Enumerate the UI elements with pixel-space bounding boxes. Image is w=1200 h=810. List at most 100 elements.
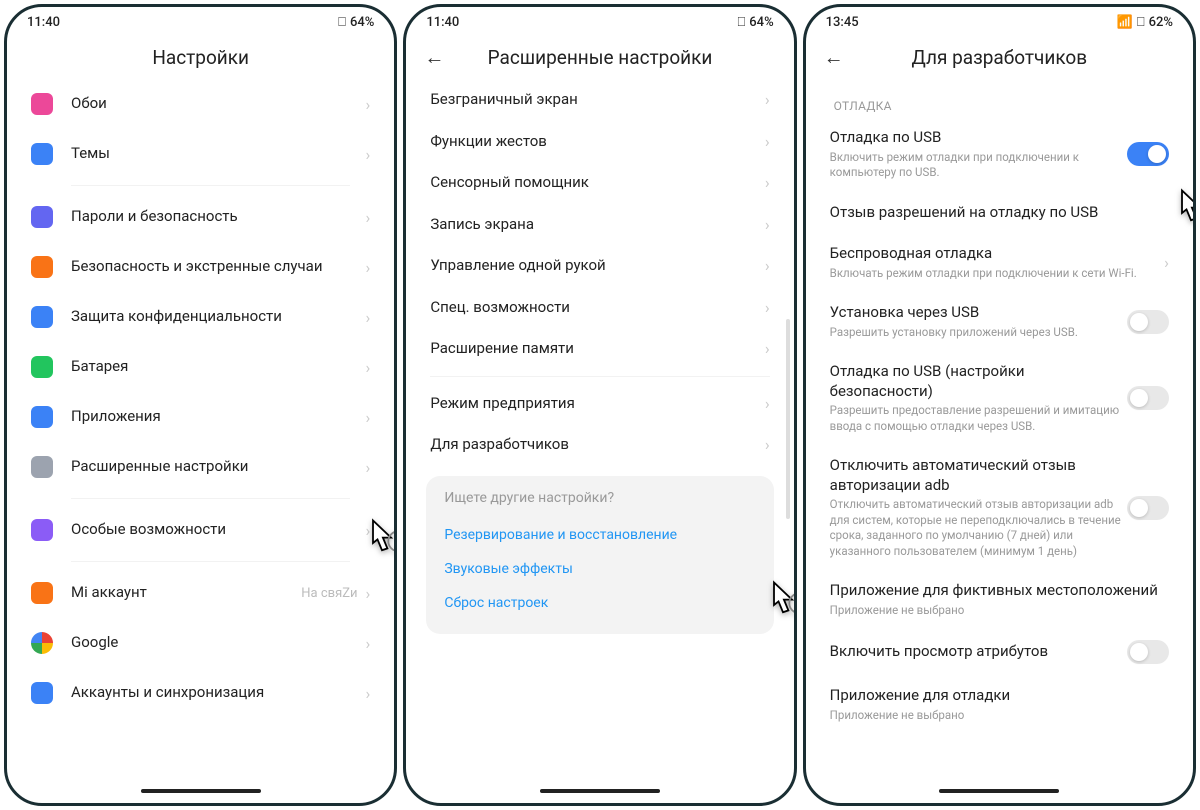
row-label: Безграничный экран: [430, 90, 765, 110]
settings-row-passwords[interactable]: Пароли и безопасность›: [13, 192, 388, 242]
row-label: Защита конфиденциальности: [71, 307, 366, 327]
chevron-right-icon: ›: [366, 308, 371, 327]
row-label: Спец. возможности: [430, 298, 765, 318]
status-time: 11:40: [426, 15, 459, 30]
phone-settings: 11:40 ⎕ 64% Настройки Обои›Темы›Пароли и…: [4, 4, 397, 806]
settings-row-wallpaper[interactable]: Обои›: [13, 79, 388, 129]
settings-row-google[interactable]: Google›: [13, 618, 388, 668]
row-label: Обои: [71, 94, 366, 114]
adv-row[interactable]: Расширение памяти›: [412, 328, 787, 370]
search-link[interactable]: Резервирование и восстановление: [444, 518, 755, 552]
dev-row[interactable]: Беспроводная отладкаВключать режим отлад…: [812, 233, 1187, 292]
status-bar: 13:45 📶⎕ 62%: [806, 7, 1193, 32]
dev-row[interactable]: Включить просмотр атрибутов: [812, 629, 1187, 675]
row-subtitle: Включать режим отладки при подключении к…: [830, 266, 1165, 282]
row-label: Mi аккаунт: [71, 583, 301, 603]
row-label: Установка через USB: [830, 303, 1127, 323]
toggle-switch[interactable]: [1127, 386, 1169, 410]
settings-row-apps[interactable]: Приложения›: [13, 392, 388, 442]
row-label: Режим предприятия: [430, 394, 765, 414]
settings-row-privacy[interactable]: Защита конфиденциальности›: [13, 292, 388, 342]
dev-row[interactable]: Отзыв разрешений на отладку по USB: [812, 192, 1187, 234]
status-time: 13:45: [826, 15, 859, 30]
search-link[interactable]: Звуковые эффекты: [444, 552, 755, 586]
row-subtitle: Приложение не выбрано: [830, 603, 1169, 619]
row-subtitle: Разрешить установку приложений через USB…: [830, 325, 1127, 341]
chevron-right-icon: ›: [765, 132, 770, 151]
chevron-right-icon: ›: [366, 258, 371, 277]
row-label: Приложения: [71, 407, 366, 427]
row-label: Пароли и безопасность: [71, 207, 366, 227]
dev-row[interactable]: Приложение для отладкиПриложение не выбр…: [812, 675, 1187, 734]
status-time: 11:40: [27, 15, 60, 30]
row-label: Аккаунты и синхронизация: [71, 683, 366, 703]
status-bar: 11:40 ⎕ 64%: [406, 7, 793, 32]
toggle-switch[interactable]: [1127, 496, 1169, 520]
section-header: ОТЛАДКА: [812, 79, 1187, 117]
row-label: Безопасность и экстренные случаи: [71, 257, 366, 277]
adv-row[interactable]: Управление одной рукой›: [412, 245, 787, 287]
row-label: Отладка по USB (настройки безопасности): [830, 362, 1127, 401]
settings-row-emergency[interactable]: Безопасность и экстренные случаи›: [13, 242, 388, 292]
toggle-switch[interactable]: [1127, 640, 1169, 664]
adv-row[interactable]: Спец. возможности›: [412, 287, 787, 329]
wifi-icon: 📶: [1117, 15, 1133, 30]
adv-row[interactable]: Безграничный экран›: [412, 79, 787, 121]
chevron-right-icon: ›: [366, 145, 371, 164]
phone-developers: 13:45 📶⎕ 62% ← Для разработчиков ОТЛАДКА…: [803, 4, 1196, 806]
settings-row-mi-account[interactable]: Mi аккаунтНа свяZи›: [13, 568, 388, 618]
status-bar: 11:40 ⎕ 64%: [7, 7, 394, 32]
row-subtitle: Разрешить предоставление разрешений и им…: [830, 403, 1127, 434]
search-link[interactable]: Сброс настроек: [444, 586, 755, 620]
row-label: Управление одной рукой: [430, 256, 765, 276]
row-label: Запись экрана: [430, 215, 765, 235]
adv-row[interactable]: Режим предприятия›: [412, 383, 787, 425]
settings-row-special[interactable]: Особые возможности›: [13, 505, 388, 555]
chevron-right-icon: ›: [366, 684, 371, 703]
chevron-right-icon: ›: [765, 256, 770, 275]
settings-row-accounts[interactable]: Аккаунты и синхронизация›: [13, 668, 388, 718]
nav-bar[interactable]: [540, 789, 660, 793]
row-label: Сенсорный помощник: [430, 173, 765, 193]
nav-bar[interactable]: [141, 789, 261, 793]
nav-bar[interactable]: [939, 789, 1059, 793]
adv-row[interactable]: Запись экрана›: [412, 204, 787, 246]
chevron-right-icon: ›: [765, 90, 770, 109]
adv-row-developers[interactable]: Для разработчиков›: [412, 424, 787, 466]
row-label: Расширение памяти: [430, 339, 765, 359]
chevron-right-icon: ›: [366, 358, 371, 377]
toggle-switch[interactable]: [1127, 310, 1169, 334]
dev-row[interactable]: Отладка по USB (настройки безопасности)Р…: [812, 351, 1187, 445]
dev-row[interactable]: Установка через USB Разрешить установку п…: [812, 292, 1187, 351]
chevron-right-icon: ›: [765, 173, 770, 192]
row-label: Расширенные настройки: [71, 457, 366, 477]
chevron-right-icon: ›: [765, 394, 770, 413]
adv-row[interactable]: Функции жестов›: [412, 121, 787, 163]
back-button[interactable]: ←: [824, 45, 844, 70]
chevron-right-icon: ›: [366, 521, 371, 540]
settings-row-advanced[interactable]: Расширенные настройки›: [13, 442, 388, 492]
row-label: Включить просмотр атрибутов: [830, 642, 1127, 662]
page-title: Для разработчиков: [912, 46, 1088, 69]
dev-row[interactable]: Приложение для фиктивных местоположений П…: [812, 570, 1187, 629]
chevron-right-icon: ›: [366, 584, 371, 603]
row-label: Особые возможности: [71, 520, 366, 540]
settings-row-themes[interactable]: Темы›: [13, 129, 388, 179]
row-label: Темы: [71, 144, 366, 164]
chevron-right-icon: ›: [1164, 253, 1169, 272]
battery-icon: ⎕: [338, 15, 346, 30]
toggle-switch[interactable]: [1127, 142, 1169, 166]
row-label: Приложение для фиктивных местоположений: [830, 581, 1169, 601]
back-button[interactable]: ←: [424, 45, 444, 70]
dev-row-usb-debug[interactable]: Отладка по USBВключить режим отладки при…: [812, 117, 1187, 192]
row-label: Отзыв разрешений на отладку по USB: [830, 203, 1169, 223]
adv-row[interactable]: Сенсорный помощник›: [412, 162, 787, 204]
battery-pct: 62%: [1149, 15, 1173, 30]
battery-pct: 64%: [749, 15, 773, 30]
dev-row[interactable]: Отключить автоматический отзыв авторизац…: [812, 445, 1187, 570]
row-label: Батарея: [71, 357, 366, 377]
chevron-right-icon: ›: [366, 408, 371, 427]
page-title: Расширенные настройки: [488, 46, 713, 69]
row-label: Отключить автоматический отзыв авторизац…: [830, 456, 1127, 495]
settings-row-battery[interactable]: Батарея›: [13, 342, 388, 392]
